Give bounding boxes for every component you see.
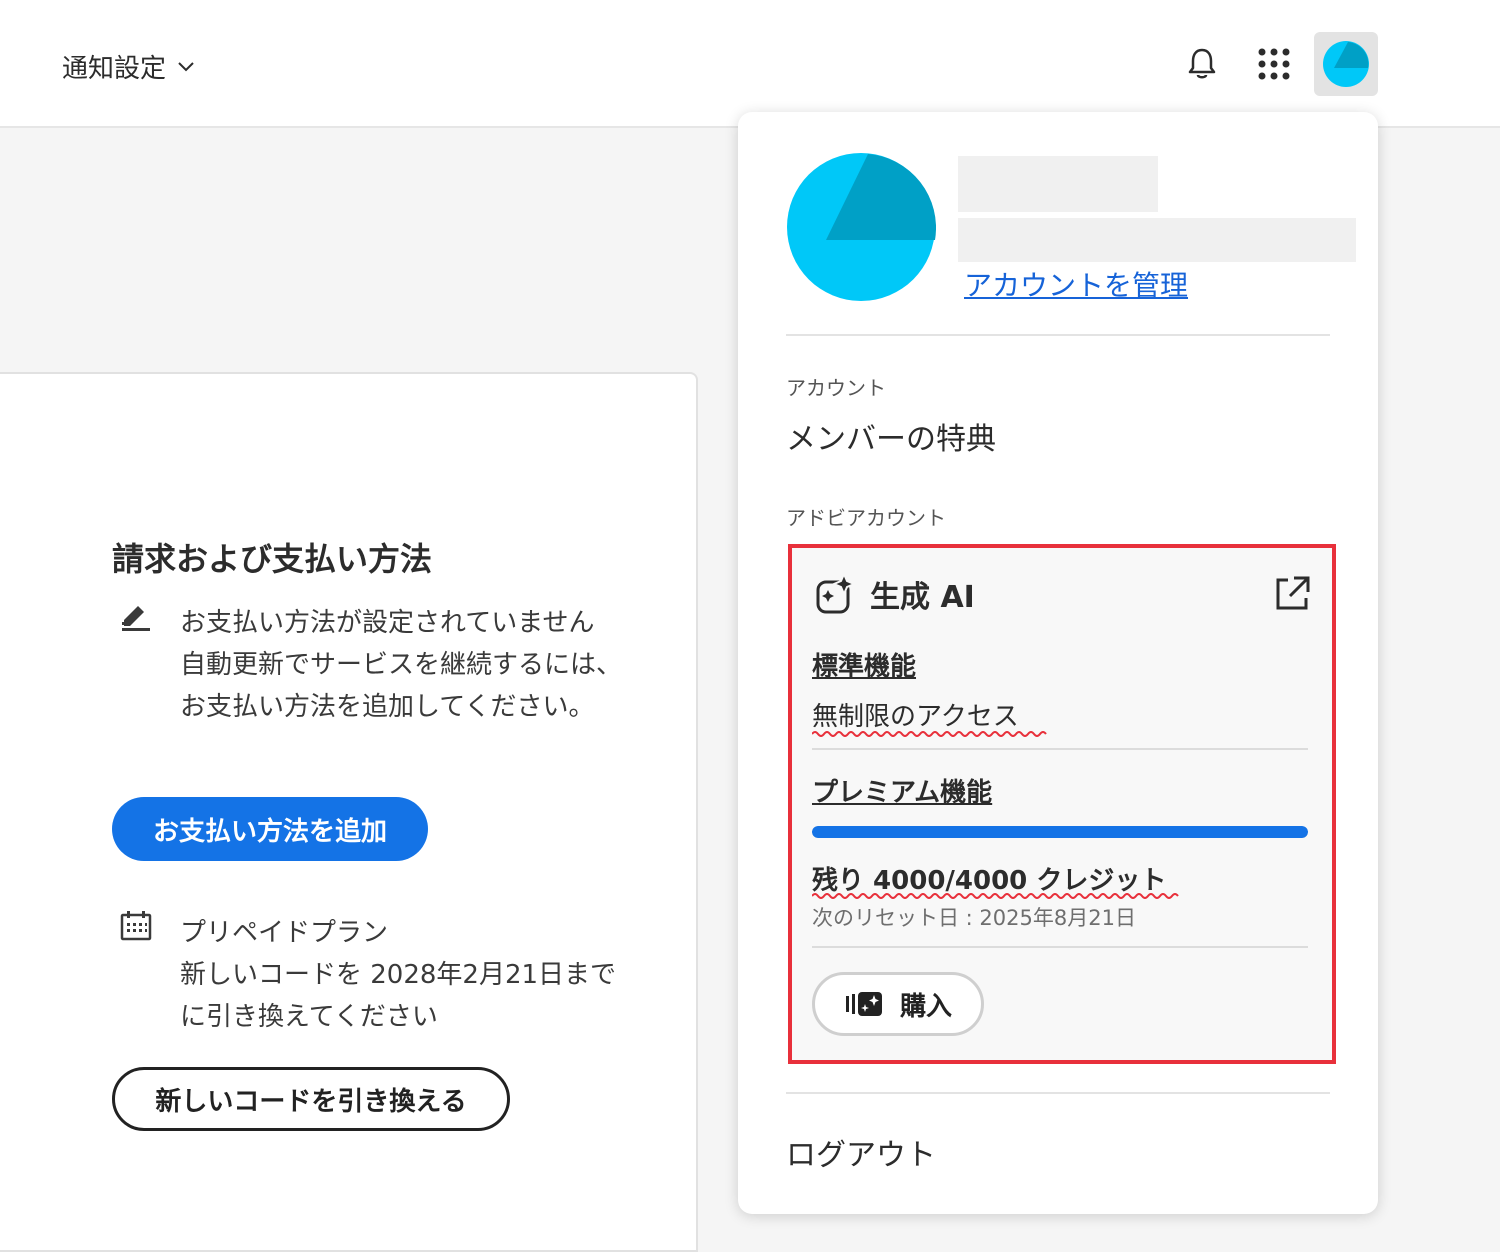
avatar-button[interactable] bbox=[1314, 32, 1378, 96]
payment-edit-icon bbox=[122, 606, 150, 631]
logout-link[interactable]: ログアウト bbox=[786, 1130, 936, 1174]
manage-account-link[interactable]: アカウントを管理 bbox=[964, 264, 1188, 304]
redeem-code-button[interactable]: 新しいコードを引き換える bbox=[112, 1067, 510, 1131]
avatar-icon bbox=[1323, 41, 1369, 87]
plan-name: プリペイドプラン bbox=[180, 918, 389, 948]
divider bbox=[812, 946, 1308, 948]
top-bar: 通知設定 bbox=[0, 0, 1500, 128]
chevron-down-icon bbox=[178, 62, 194, 72]
genai-header: 生成 AI bbox=[814, 572, 975, 616]
credits-progress-fill bbox=[812, 826, 1308, 838]
spellcheck-underline bbox=[812, 893, 1179, 899]
genai-title: 生成 AI bbox=[870, 580, 975, 615]
add-payment-button[interactable]: お支払い方法を追加 bbox=[112, 797, 428, 861]
payment-status-row: お支払い方法が設定されていません 自動更新でサービスを継続するには、お支払い方法… bbox=[118, 602, 628, 728]
standard-access-text: 無制限のアクセス bbox=[812, 702, 1019, 732]
divider bbox=[812, 748, 1308, 750]
reset-date-text: 次のリセット日 : 2025年8月21日 bbox=[812, 906, 1136, 930]
credits-icon bbox=[845, 992, 882, 1016]
apps-grid-icon[interactable] bbox=[1254, 44, 1294, 84]
genai-sparkle-icon bbox=[816, 572, 857, 614]
divider bbox=[786, 1092, 1330, 1094]
redacted-user-email bbox=[958, 218, 1356, 262]
section-account-label: アカウント bbox=[786, 376, 886, 400]
standard-features-link[interactable]: 標準機能 bbox=[812, 646, 916, 683]
billing-title: 請求および支払い方法 bbox=[112, 540, 433, 578]
plan-note: 新しいコードを 2028年2月21日までに引き換えてください bbox=[180, 960, 617, 1032]
prepaid-plan-text: プリペイドプラン 新しいコードを 2028年2月21日までに引き換えてください bbox=[180, 912, 628, 1038]
buy-credits-button[interactable]: 購入 bbox=[812, 972, 984, 1036]
member-benefits-link[interactable]: メンバーの特典 bbox=[786, 414, 996, 458]
premium-features-link[interactable]: プレミアム機能 bbox=[812, 772, 992, 809]
credits-progress-bar bbox=[812, 826, 1308, 838]
notification-settings-menu[interactable]: 通知設定 bbox=[62, 46, 196, 86]
bell-icon[interactable] bbox=[1182, 44, 1222, 84]
redacted-user-name bbox=[958, 156, 1158, 212]
divider bbox=[786, 334, 1330, 336]
external-link-icon[interactable] bbox=[1272, 574, 1312, 614]
genai-credits-panel: 生成 AI 標準機能 無制限のアクセス プレミアム機能 残り 4000/4000… bbox=[788, 544, 1336, 1064]
section-adobe-account-label: アドビアカウント bbox=[786, 506, 946, 530]
prepaid-plan-row: プリペイドプラン 新しいコードを 2028年2月21日までに引き換えてください bbox=[118, 911, 628, 1038]
calendar-icon bbox=[120, 911, 152, 941]
spellcheck-underline bbox=[812, 731, 1047, 737]
notification-settings-label: 通知設定 bbox=[62, 53, 167, 84]
payment-status-text: お支払い方法が設定されていません 自動更新でサービスを継続するには、お支払い方法… bbox=[180, 608, 623, 722]
profile-avatar bbox=[787, 153, 936, 301]
buy-button-label: 購入 bbox=[899, 991, 952, 1022]
account-popover: アカウントを管理 アカウント メンバーの特典 アドビアカウント 生成 AI 標準… bbox=[738, 112, 1378, 1214]
